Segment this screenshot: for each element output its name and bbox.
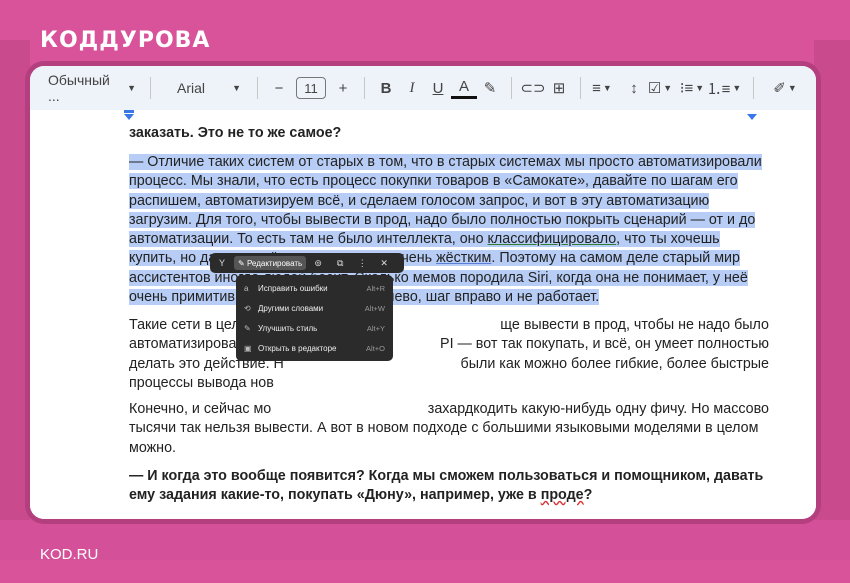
spelling-underlined-word[interactable]: жёстким [436, 250, 491, 266]
text-fragment: ? [583, 487, 593, 504]
menu-item-shortcut: Alt+W [364, 303, 385, 313]
selected-text: — Отличие таких систем от старых в том, … [129, 154, 762, 306]
paragraph-style-label: Обычный ... [48, 72, 110, 104]
font-size-input[interactable]: 11 [296, 77, 326, 99]
background-band [0, 520, 850, 560]
document-page[interactable]: заказать. Это не то же самое? — Отличие … [30, 122, 816, 519]
menu-item-open-editor[interactable]: ▣ Открыть в редакторе Alt+O [236, 338, 393, 358]
toolbar-divider [257, 77, 258, 99]
indent-marker-icon[interactable] [124, 110, 134, 113]
text-fragment: PI — вот так покупать, и всё, он умеет п… [440, 336, 769, 353]
bullet-list-icon[interactable]: ⁝≡ ▼ [679, 75, 705, 101]
chevron-down-icon: ▼ [232, 83, 241, 93]
link-icon[interactable]: ⊂⊃ [520, 75, 546, 101]
edit-mode-icon[interactable]: ✐ ▼ [772, 75, 798, 101]
toolbar-divider [364, 77, 365, 99]
plus-icon[interactable]: + [330, 75, 356, 101]
menu-item-shortcut: Alt+O [366, 343, 385, 353]
text-fragment: ще вывести в прод, чтобы не надо было [500, 317, 769, 333]
menu-item-improve-style[interactable]: ✎ Улучшить стиль Alt+Y [236, 318, 393, 338]
background-block-left [0, 40, 30, 520]
open-editor-icon: ▣ [244, 343, 252, 353]
close-icon[interactable]: ✕ [376, 255, 392, 271]
text-fragment: захардкодить какую-нибудь одну фичу. Но … [427, 401, 769, 417]
line-spacing-icon[interactable]: ↕ [621, 75, 647, 101]
toolbar-divider [150, 77, 151, 99]
edit-icon: ✎ [238, 258, 247, 268]
left-margin-marker-icon[interactable] [124, 114, 134, 120]
italic-icon[interactable]: I [399, 75, 425, 101]
chevron-down-icon: ▼ [127, 83, 136, 93]
text-color-icon[interactable]: A [451, 77, 477, 99]
font-family-label: Arial [177, 80, 206, 96]
text-fragment: были как можно более гибкие, более быстр… [460, 355, 769, 372]
copy-icon[interactable]: ⧉ [332, 255, 348, 271]
menu-item-rephrase[interactable]: ⟲ Другими словами Alt+W [236, 298, 393, 318]
text-fragment: — И когда это вообще появится? Когда мы … [129, 468, 764, 504]
fix-errors-icon: a [244, 283, 249, 293]
settings-icon[interactable]: ⊚ [310, 255, 326, 271]
improve-style-icon: ✎ [244, 323, 251, 333]
paragraph-of-course: Конечно, и сейчас мо захардкодить какую-н… [129, 400, 769, 458]
text-fragment: процессы вывода нов [129, 374, 274, 391]
numbered-list-icon[interactable]: ⒈≡ ▼ [707, 75, 742, 101]
text-fragment: тысячи так нельзя вывести. А вот в новом… [129, 420, 759, 437]
rephrase-icon: ⟲ [244, 303, 251, 313]
paragraph-selected[interactable]: — Отличие таких систем от старых в том, … [129, 153, 769, 307]
menu-item-label: Другими словами [258, 303, 324, 313]
bold-icon[interactable]: B [373, 75, 399, 101]
paragraph-question-2: — И когда это вообще появится? Когда мы … [129, 467, 769, 506]
font-family-select[interactable]: Arial ▼ [169, 74, 249, 102]
underline-icon[interactable]: U [425, 75, 451, 101]
toolbar-divider [511, 77, 512, 99]
grammar-underlined-word[interactable]: классифицировало [488, 231, 617, 247]
edit-button[interactable]: ✎ Редактировать [234, 256, 307, 270]
menu-item-label: Улучшить стиль [258, 323, 318, 333]
assistant-icon[interactable]: Y [214, 255, 230, 271]
more-icon[interactable]: ⋮ [354, 255, 370, 271]
background-block-right [814, 40, 850, 520]
editor-toolbar: Обычный ... ▼ Arial ▼ − 11 + B I U A ✎ ⊂… [30, 66, 816, 110]
footer-url: KOD.RU [40, 546, 99, 563]
menu-item-shortcut: Alt+Y [366, 323, 385, 333]
edit-button-label: Редактировать [246, 258, 303, 268]
menu-item-fix-errors[interactable]: a Исправить ошибки Alt+R [236, 278, 393, 298]
toolbar-divider [580, 77, 581, 99]
text-fragment: Конечно, и сейчас мо [129, 401, 272, 417]
ai-popup-menu: a Исправить ошибки Alt+R ⟲ Другими слова… [236, 275, 393, 361]
paragraph-question: заказать. Это не то же самое? [129, 125, 342, 141]
highlight-icon[interactable]: ✎ [477, 75, 503, 101]
comment-icon[interactable]: ⊞ [546, 75, 572, 101]
checklist-icon[interactable]: ☑ ▼ [647, 75, 673, 101]
align-icon[interactable]: ≡ ▼ [589, 75, 615, 101]
toolbar-divider [753, 77, 754, 99]
menu-item-label: Открыть в редакторе [258, 343, 337, 353]
spelling-error-word[interactable]: проде [541, 487, 584, 503]
menu-item-shortcut: Alt+R [366, 283, 385, 293]
paragraph-networks: Такие сети в целом ще вывести в прод, что… [129, 316, 769, 393]
minus-icon[interactable]: − [266, 75, 292, 101]
right-margin-marker-icon[interactable] [747, 114, 757, 120]
brand-logo: КОДДУРОВА [40, 28, 211, 53]
docs-window: Обычный ... ▼ Arial ▼ − 11 + B I U A ✎ ⊂… [30, 66, 816, 519]
ai-popup-toolbar: Y ✎ Редактировать ⊚ ⧉ ⋮ ✕ [210, 253, 404, 273]
text-fragment: можно. [129, 439, 177, 456]
menu-item-label: Исправить ошибки [258, 283, 328, 293]
paragraph-style-select[interactable]: Обычный ... ▼ [42, 72, 142, 104]
